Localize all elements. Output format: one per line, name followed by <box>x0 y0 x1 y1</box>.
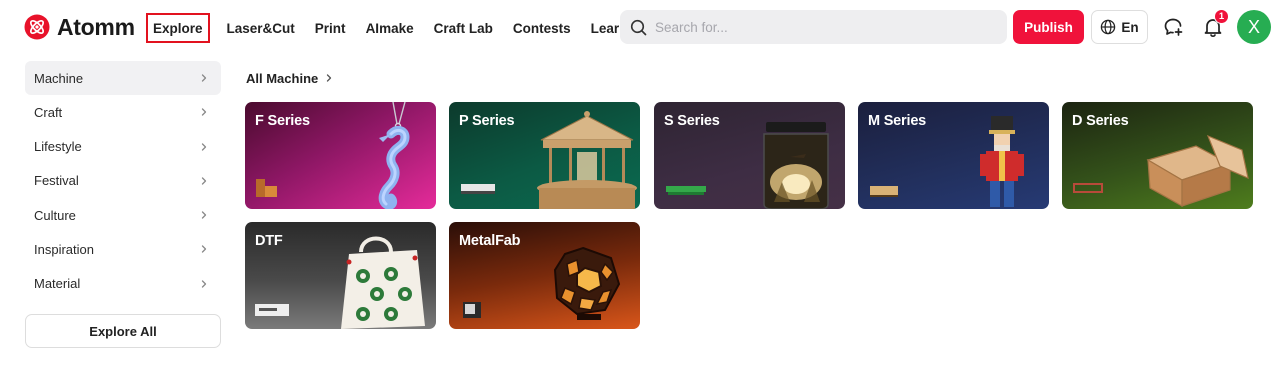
nav-print[interactable]: Print <box>309 13 352 43</box>
sidebar-item-label: Inspiration <box>34 241 94 257</box>
sidebar-item-label: Lifestyle <box>34 139 82 155</box>
nav-aimake[interactable]: AImake <box>360 13 420 43</box>
card-title: DTF <box>255 233 283 249</box>
machine-card-metalfab[interactable]: MetalFab <box>449 222 640 329</box>
top-header: Atomm Explore Laser&Cut Print AImake Cra… <box>0 0 1280 54</box>
sidebar-item-label: Festival <box>34 173 79 189</box>
machine-card-dtf[interactable]: DTF <box>245 222 436 329</box>
machine-card-s-series[interactable]: S Series <box>654 102 845 209</box>
nav-craft-lab[interactable]: Craft Lab <box>428 13 499 43</box>
chevron-right-icon <box>201 142 207 151</box>
sidebar-item-lifestyle[interactable]: Lifestyle <box>25 130 221 164</box>
main-nav: Explore Laser&Cut Print AImake Craft Lab… <box>146 13 657 43</box>
explore-all-button[interactable]: Explore All <box>25 314 221 348</box>
sidebar-item-label: Material <box>34 276 81 292</box>
language-selector[interactable]: En <box>1091 10 1148 44</box>
machine-card-p-series[interactable]: P Series <box>449 102 640 209</box>
machine-card-f-series[interactable]: F Series <box>245 102 436 209</box>
machine-card-m-series[interactable]: M Series <box>858 102 1049 209</box>
messages-button[interactable] <box>1160 14 1186 40</box>
chevron-right-icon <box>201 245 207 254</box>
card-title: P Series <box>459 113 515 129</box>
card-title: M Series <box>868 113 927 129</box>
notification-badge: 1 <box>1214 9 1229 24</box>
sidebar-item-craft[interactable]: Craft <box>25 95 221 129</box>
sidebar-item-culture[interactable]: Culture <box>25 198 221 232</box>
chevron-right-icon <box>324 73 334 83</box>
sidebar-item-inspiration[interactable]: Inspiration <box>25 232 221 266</box>
search-bar[interactable] <box>620 10 1007 44</box>
chevron-right-icon <box>201 108 207 116</box>
sidebar-item-label: Craft <box>34 104 63 120</box>
user-avatar[interactable]: X <box>1237 10 1271 44</box>
nav-laser-cut[interactable]: Laser&Cut <box>221 13 301 43</box>
nav-explore[interactable]: Explore <box>146 13 210 43</box>
chevron-right-icon <box>201 74 207 82</box>
search-icon <box>630 19 647 35</box>
sidebar-item-label: Culture <box>34 207 76 223</box>
card-title: D Series <box>1072 113 1129 129</box>
sidebar-item-material[interactable]: Material <box>25 267 221 301</box>
chat-plus-icon <box>1164 18 1183 36</box>
search-input[interactable] <box>655 19 975 35</box>
card-title: MetalFab <box>459 233 521 249</box>
sidebar-item-festival[interactable]: Festival <box>25 164 221 198</box>
chevron-right-icon <box>201 280 207 288</box>
chevron-right-icon <box>201 211 207 219</box>
chevron-right-icon <box>201 177 207 185</box>
globe-icon <box>1101 19 1116 35</box>
breadcrumb[interactable]: All Machine <box>246 70 334 86</box>
sidebar-item-machine[interactable]: Machine <box>25 61 221 95</box>
card-title: F Series <box>255 113 310 129</box>
nav-contests[interactable]: Contests <box>507 13 577 43</box>
publish-button[interactable]: Publish <box>1013 10 1084 44</box>
brand-logo[interactable]: Atomm <box>24 13 135 41</box>
sidebar-item-label: Machine <box>34 70 84 86</box>
brand-name: Atomm <box>57 13 135 40</box>
category-sidebar: Machine Craft Lifestyle Festival Culture… <box>25 61 221 301</box>
breadcrumb-label: All Machine <box>246 70 319 86</box>
card-title: S Series <box>664 113 720 129</box>
machine-card-d-series[interactable]: D Series <box>1062 102 1253 209</box>
atomm-logo-icon <box>24 14 50 40</box>
language-label: En <box>1121 19 1139 35</box>
